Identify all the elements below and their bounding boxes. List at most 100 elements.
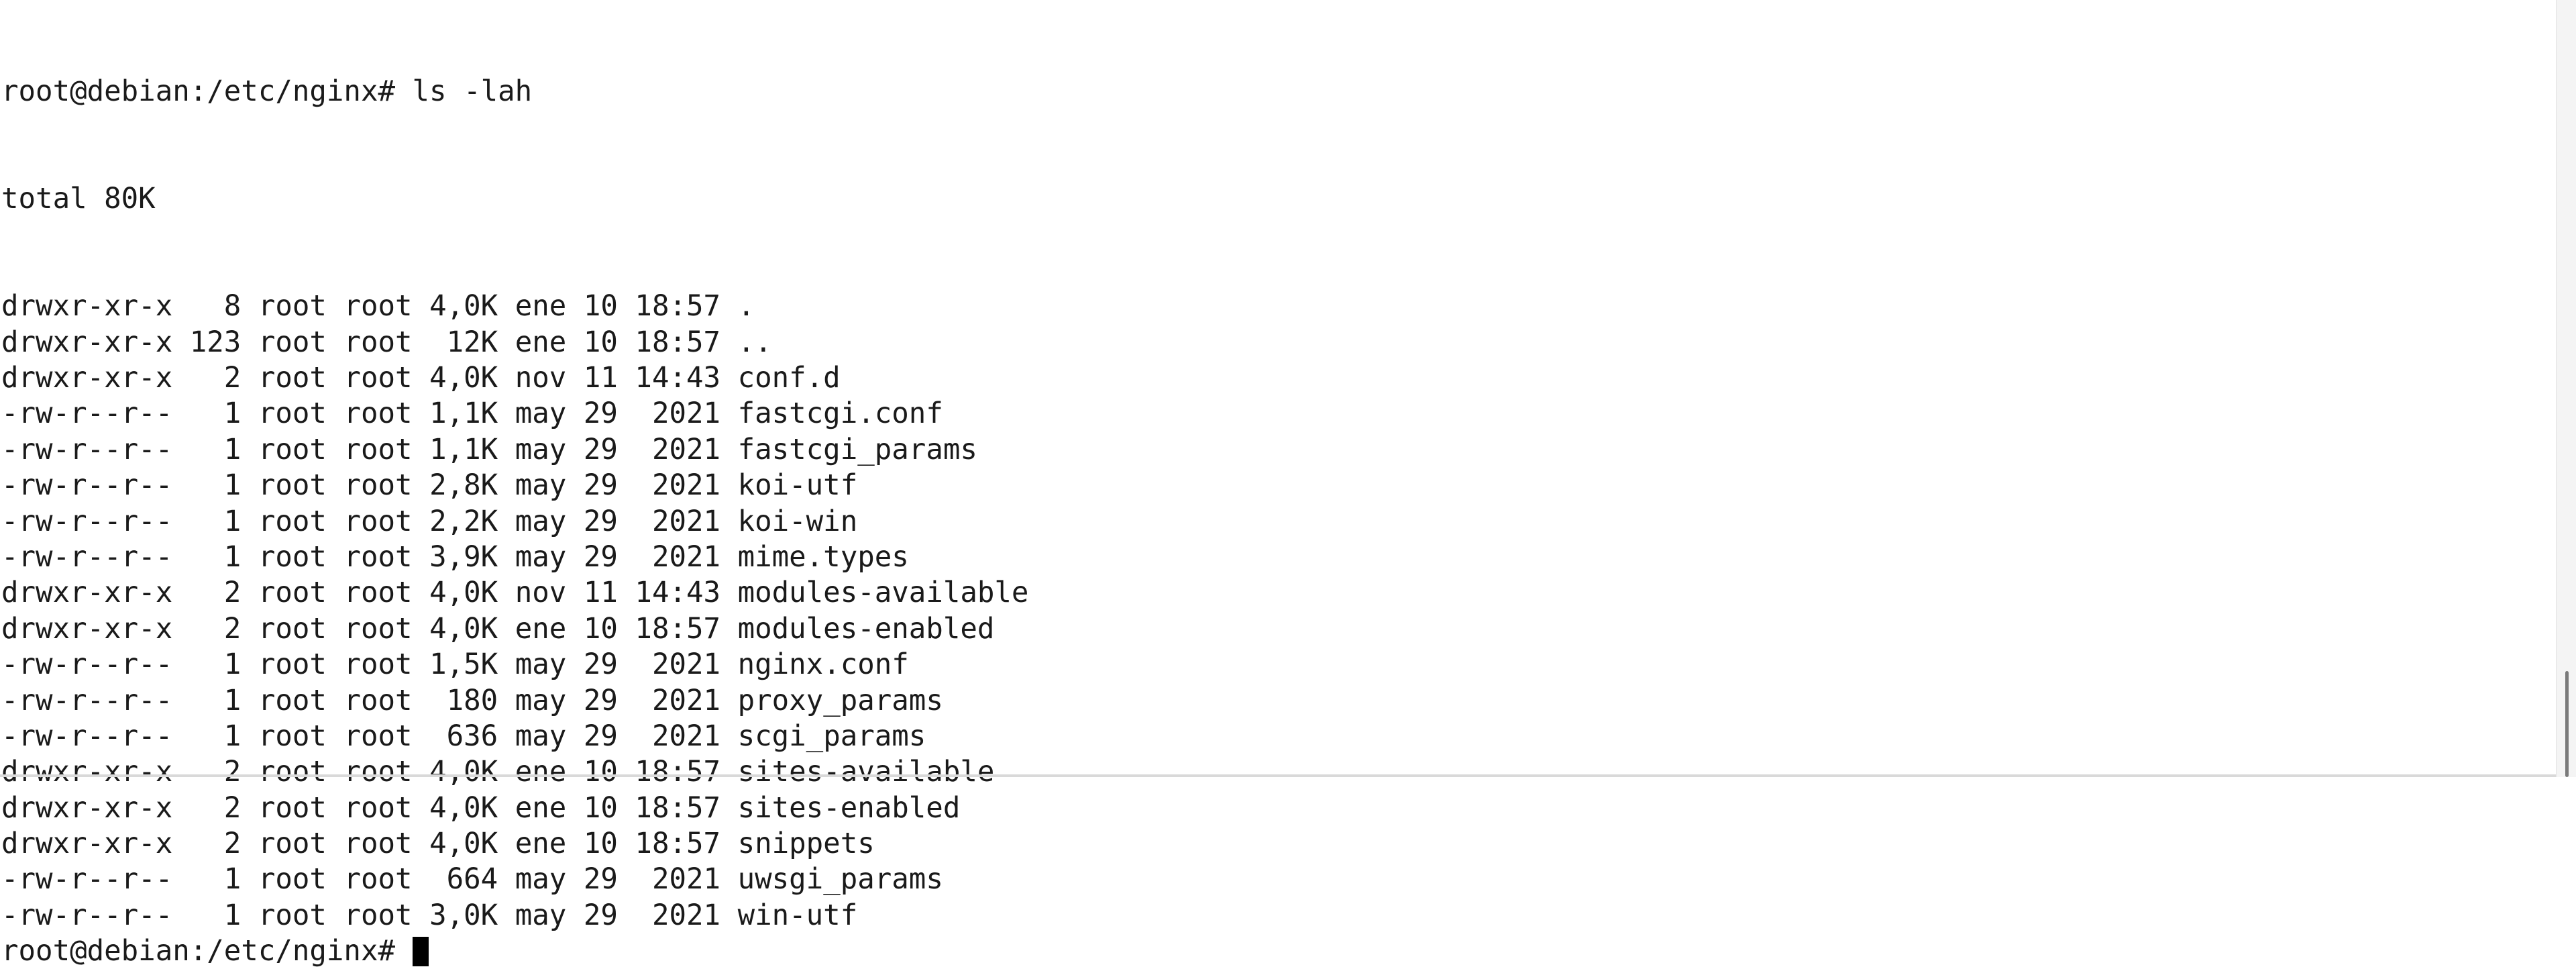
file-name: ..	[737, 325, 772, 358]
file-month: nov	[515, 361, 567, 394]
file-name: fastcgi.conf	[737, 397, 943, 430]
file-day: 29	[583, 540, 618, 573]
file-time: 18:57	[635, 289, 721, 323]
file-group: root	[343, 755, 413, 788]
file-permissions: -rw-r--r--	[1, 397, 173, 430]
file-group: root	[343, 468, 413, 502]
shell-prompt: root@debian:/etc/nginx#	[1, 74, 413, 107]
file-owner: root	[258, 611, 327, 645]
file-name: conf.d	[737, 361, 841, 394]
file-name: proxy_params	[737, 683, 943, 717]
file-owner: root	[258, 648, 327, 681]
file-day: 11	[583, 576, 618, 609]
file-link-count: 1	[223, 397, 241, 430]
file-owner: root	[258, 289, 327, 323]
file-name: koi-win	[737, 504, 858, 538]
file-name: uwsgi_params	[737, 862, 943, 896]
terminal-window[interactable]: root@debian:/etc/nginx# ls -lah total 80…	[0, 0, 2556, 967]
file-size: 4,0K	[429, 361, 498, 394]
file-name: sites-enabled	[737, 790, 961, 824]
file-month: may	[515, 432, 567, 466]
file-owner: root	[258, 827, 327, 860]
file-entry-row: drwxr-xr-x 2 root root 4,0K ene 10 18:57…	[1, 754, 1028, 789]
file-time: 2021	[651, 683, 721, 717]
file-name: koi-utf	[737, 468, 858, 502]
file-size: 2,8K	[429, 468, 498, 502]
file-month: nov	[515, 576, 567, 609]
file-month: ene	[515, 790, 567, 824]
file-size: 3,0K	[429, 898, 498, 931]
file-owner: root	[258, 325, 327, 358]
file-group: root	[343, 540, 413, 573]
file-day: 29	[583, 719, 618, 752]
file-time: 14:43	[635, 576, 721, 609]
file-size: 636	[446, 719, 498, 752]
file-group: root	[343, 361, 413, 394]
file-size: 2,2K	[429, 504, 498, 538]
file-entry-row: -rw-r--r-- 1 root root 3,9K may 29 2021 …	[1, 539, 1028, 574]
file-link-count: 2	[223, 790, 241, 824]
file-group: root	[343, 576, 413, 609]
command-text: ls -lah	[412, 74, 533, 107]
file-group: root	[343, 862, 413, 896]
file-month: ene	[515, 755, 567, 788]
file-day: 10	[583, 827, 618, 860]
file-size: 12K	[446, 325, 498, 358]
file-name: mime.types	[737, 540, 909, 573]
vertical-scrollbar[interactable]	[2556, 0, 2576, 777]
file-entry-row: -rw-r--r-- 1 root root 2,8K may 29 2021 …	[1, 467, 1028, 503]
terminal-output: root@debian:/etc/nginx# ls -lah total 80…	[1, 1, 1028, 969]
file-permissions: -rw-r--r--	[1, 432, 173, 466]
file-group: root	[343, 827, 413, 860]
file-owner: root	[258, 683, 327, 717]
text-cursor	[412, 937, 429, 967]
active-prompt-line[interactable]: root@debian:/etc/nginx#	[1, 933, 1028, 968]
file-permissions: -rw-r--r--	[1, 719, 173, 752]
file-time: 2021	[651, 862, 721, 896]
file-group: root	[343, 504, 413, 538]
file-link-count: 2	[223, 576, 241, 609]
file-permissions: -rw-r--r--	[1, 683, 173, 717]
file-day: 29	[583, 504, 618, 538]
file-link-count: 2	[223, 611, 241, 645]
file-size: 1,1K	[429, 397, 498, 430]
file-month: may	[515, 898, 567, 931]
scrollbar-thumb[interactable]	[2565, 671, 2569, 777]
file-size: 1,5K	[429, 648, 498, 681]
file-permissions: drwxr-xr-x	[1, 755, 173, 788]
file-day: 10	[583, 325, 618, 358]
file-entry-row: drwxr-xr-x 2 root root 4,0K nov 11 14:43…	[1, 360, 1028, 395]
file-permissions: -rw-r--r--	[1, 468, 173, 502]
file-group: root	[343, 611, 413, 645]
file-owner: root	[258, 755, 327, 788]
file-time: 18:57	[635, 790, 721, 824]
file-day: 29	[583, 648, 618, 681]
file-size: 664	[446, 862, 498, 896]
file-permissions: drwxr-xr-x	[1, 325, 173, 358]
file-entry-row: drwxr-xr-x 2 root root 4,0K ene 10 18:57…	[1, 825, 1028, 861]
file-entry-row: -rw-r--r-- 1 root root 636 may 29 2021 s…	[1, 718, 1028, 754]
file-day: 29	[583, 468, 618, 502]
file-month: may	[515, 504, 567, 538]
command-line: root@debian:/etc/nginx# ls -lah	[1, 73, 1028, 109]
file-permissions: drwxr-xr-x	[1, 576, 173, 609]
file-owner: root	[258, 898, 327, 931]
file-owner: root	[258, 719, 327, 752]
file-group: root	[343, 432, 413, 466]
file-name: fastcgi_params	[737, 432, 977, 466]
file-entry-row: -rw-r--r-- 1 root root 2,2K may 29 2021 …	[1, 503, 1028, 539]
file-permissions: drwxr-xr-x	[1, 361, 173, 394]
file-day: 29	[583, 862, 618, 896]
file-permissions: -rw-r--r--	[1, 898, 173, 931]
file-link-count: 1	[223, 540, 241, 573]
file-entry-row: drwxr-xr-x 2 root root 4,0K ene 10 18:57…	[1, 611, 1028, 646]
file-link-count: 1	[223, 468, 241, 502]
file-link-count: 1	[223, 432, 241, 466]
file-name: scgi_params	[737, 719, 926, 752]
file-link-count: 2	[223, 755, 241, 788]
file-month: may	[515, 468, 567, 502]
file-owner: root	[258, 432, 327, 466]
file-entry-row: drwxr-xr-x 2 root root 4,0K ene 10 18:57…	[1, 790, 1028, 825]
file-month: ene	[515, 325, 567, 358]
file-owner: root	[258, 468, 327, 502]
